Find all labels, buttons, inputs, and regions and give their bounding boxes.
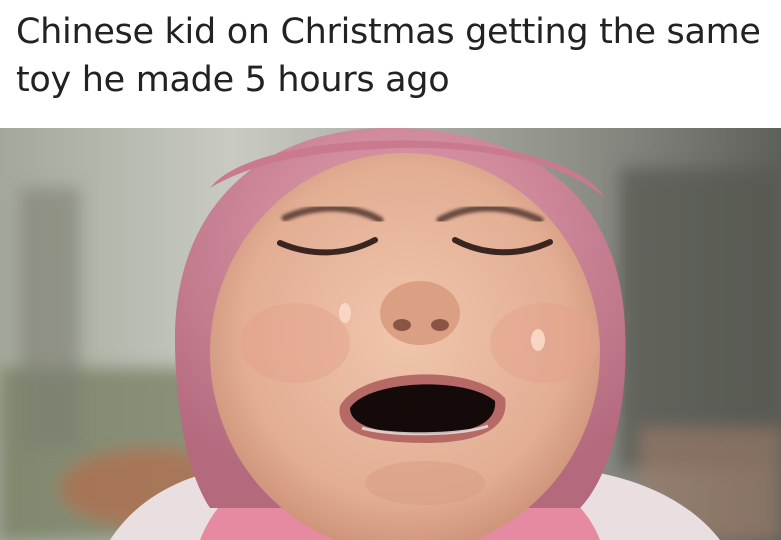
photo-illustration — [0, 128, 781, 540]
tear-left — [339, 303, 351, 323]
left-nostril — [393, 319, 411, 331]
right-nostril — [431, 319, 449, 331]
meme-caption: Chinese kid on Christmas getting the sam… — [16, 12, 761, 100]
crying-child-photo — [0, 128, 781, 540]
chin — [365, 461, 485, 505]
right-cheek — [490, 303, 600, 383]
tear-right — [531, 329, 545, 351]
left-cheek — [240, 303, 350, 383]
nose — [380, 281, 460, 345]
meme-container: Chinese kid on Christmas getting the sam… — [0, 0, 781, 540]
